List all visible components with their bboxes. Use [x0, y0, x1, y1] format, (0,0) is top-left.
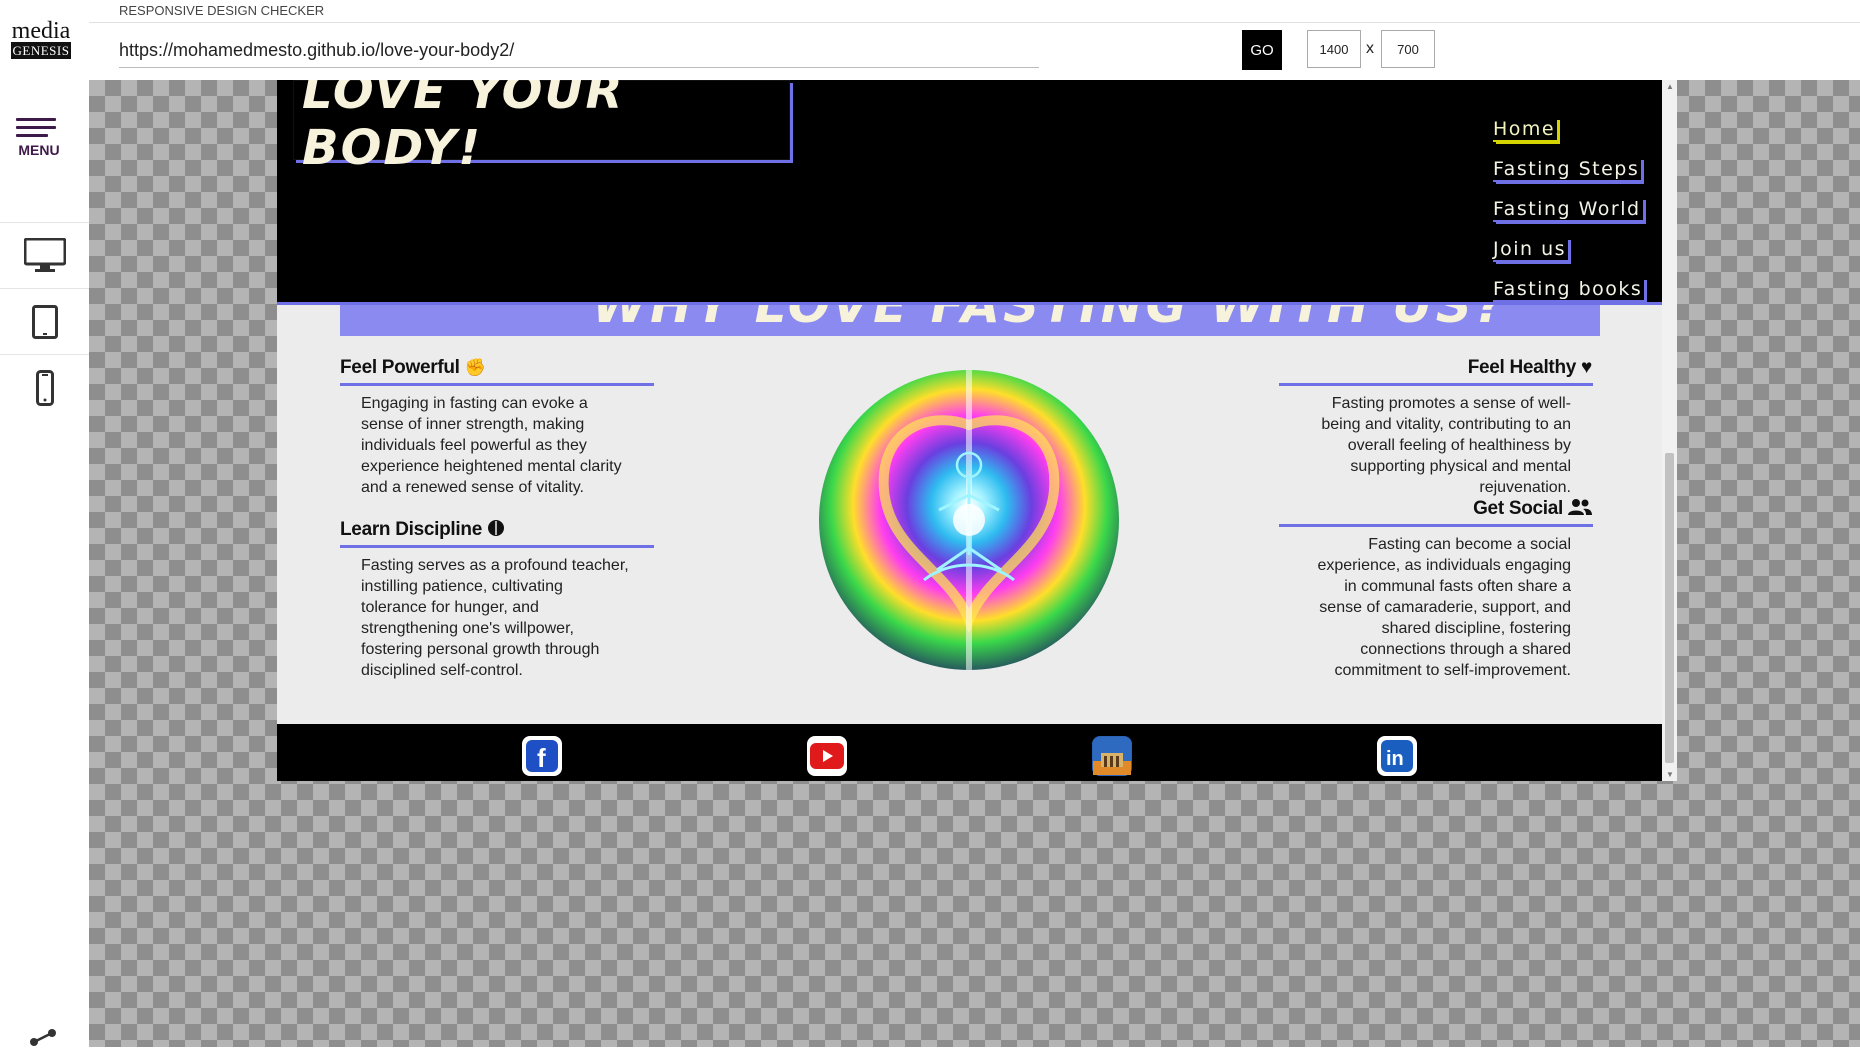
meditation-aura-image	[819, 370, 1119, 670]
toolbar-divider	[89, 22, 1860, 23]
berlin-link[interactable]	[1092, 736, 1132, 776]
menu-button[interactable]: MENU	[16, 118, 62, 158]
media-genesis-logo[interactable]: media GENESIS	[8, 18, 74, 60]
nav-fasting-world[interactable]: Fasting World	[1493, 198, 1644, 238]
nav-join-us[interactable]: Join us	[1493, 238, 1644, 278]
svg-text:f: f	[537, 743, 546, 772]
share-icon	[30, 1029, 56, 1046]
feature-discipline-title: Learn Discipline	[340, 519, 505, 541]
nav-fasting-books[interactable]: Fasting books	[1493, 278, 1645, 318]
site-nav: Home Fasting Steps Fasting World Join us…	[1493, 118, 1645, 318]
hamburger-icon-bar	[16, 134, 48, 137]
app-title: RESPONSIVE DESIGN CHECKER	[119, 3, 325, 18]
feature-discipline-label: Learn Discipline	[340, 519, 482, 540]
linkedin-link[interactable]: in	[1377, 736, 1417, 776]
fist-icon: ✊	[464, 358, 486, 377]
berlin-icon	[1093, 737, 1131, 775]
go-button[interactable]: GO	[1242, 30, 1282, 70]
scrollbar-thumb[interactable]	[1665, 453, 1674, 763]
meditating-figure-icon	[878, 370, 1060, 670]
heart-icon: ♥	[1581, 357, 1592, 378]
logo-bottom-text: GENESIS	[10, 42, 72, 59]
desktop-view-button[interactable]	[0, 222, 89, 289]
left-sidebar: media GENESIS MENU	[0, 0, 90, 1047]
site-header: LOVE YOUR BODY! Home Fasting Steps Fasti…	[277, 80, 1662, 305]
feature-divider	[340, 545, 654, 548]
preview-scrollbar[interactable]: ▲ ▼	[1662, 80, 1677, 781]
phone-view-button[interactable]	[0, 354, 89, 421]
hamburger-icon-bar	[16, 126, 56, 129]
section-banner: WHY LOVE FASTING WITH US?	[340, 302, 1600, 336]
desktop-icon	[23, 238, 66, 272]
nav-fasting-steps[interactable]: Fasting Steps	[1493, 158, 1644, 198]
phone-icon	[35, 370, 54, 406]
nav-home-label: Home	[1493, 118, 1558, 142]
tablet-view-button[interactable]	[0, 288, 89, 355]
facebook-link[interactable]: f	[522, 736, 562, 776]
hamburger-icon	[16, 118, 56, 121]
tablet-icon	[31, 305, 58, 339]
feature-powerful-label: Feel Powerful	[340, 357, 460, 378]
feature-powerful-title: Feel Powerful ✊	[340, 357, 486, 379]
scroll-down-arrow-icon[interactable]: ▼	[1666, 770, 1674, 779]
youtube-link[interactable]	[807, 736, 847, 776]
height-input[interactable]	[1381, 30, 1435, 68]
feature-social-label: Get Social	[1473, 498, 1564, 519]
feature-social-title: Get Social	[1368, 498, 1592, 520]
brain-icon	[487, 520, 504, 536]
feature-social-text: Fasting can become a social experience, …	[1317, 536, 1571, 679]
share-button[interactable]	[28, 1028, 58, 1053]
users-icon	[1568, 499, 1592, 515]
dimension-separator: x	[1366, 40, 1374, 57]
toolbar: RESPONSIVE DESIGN CHECKER GO x	[89, 0, 1860, 80]
nav-join-us-label: Join us	[1493, 238, 1569, 262]
site-footer: f in	[277, 724, 1662, 781]
menu-label: MENU	[18, 142, 60, 158]
svg-text:in: in	[1386, 748, 1404, 770]
url-input[interactable]	[119, 40, 1039, 68]
linkedin-icon: in	[1381, 740, 1413, 772]
feature-divider	[1279, 524, 1593, 527]
feature-powerful-text: Engaging in fasting can evoke a sense of…	[361, 395, 622, 496]
section-heading: WHY LOVE FASTING WITH US?	[592, 302, 1507, 334]
youtube-icon	[810, 743, 844, 769]
site-title[interactable]: LOVE YOUR BODY!	[293, 80, 790, 176]
nav-fasting-world-label: Fasting World	[1493, 198, 1643, 222]
feature-healthy-title: Feel Healthy ♥	[1368, 357, 1593, 379]
nav-fasting-steps-label: Fasting Steps	[1493, 158, 1642, 182]
nav-home[interactable]: Home	[1493, 118, 1644, 158]
width-input[interactable]	[1307, 30, 1361, 68]
logo-top-text: media	[11, 18, 71, 44]
facebook-icon: f	[526, 740, 558, 772]
nav-fasting-books-label: Fasting books	[1493, 278, 1645, 302]
feature-divider	[1279, 383, 1593, 386]
feature-divider	[340, 383, 654, 386]
feature-healthy-label: Feel Healthy	[1467, 357, 1577, 378]
feature-healthy-text: Fasting promotes a sense of well-being a…	[1321, 395, 1571, 496]
website-preview-frame[interactable]: LOVE YOUR BODY! Home Fasting Steps Fasti…	[277, 80, 1677, 781]
scroll-up-arrow-icon[interactable]: ▲	[1666, 82, 1674, 91]
feature-discipline-text: Fasting serves as a profound teacher, in…	[361, 557, 629, 679]
